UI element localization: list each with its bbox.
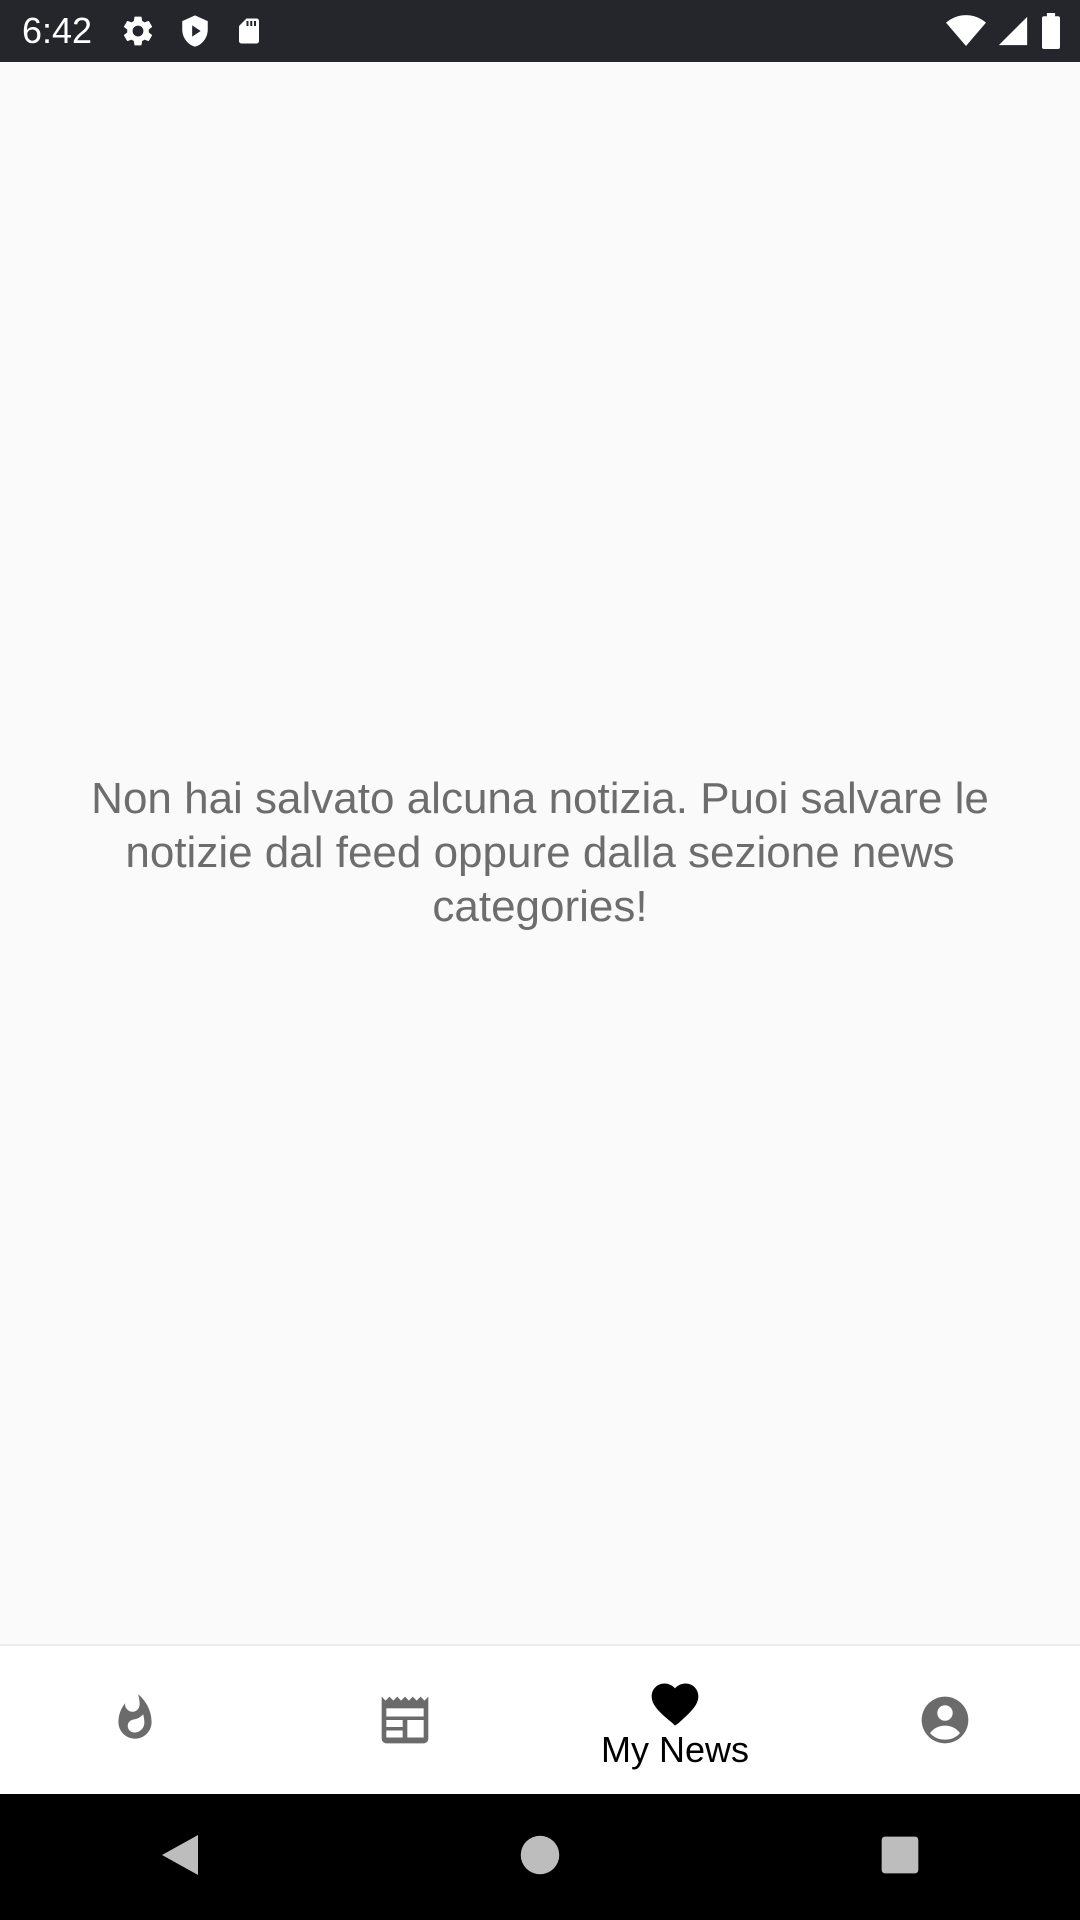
saved-news-content: Non hai salvato alcuna notizia. Puoi sal… xyxy=(0,62,1080,1644)
system-recents-button[interactable] xyxy=(840,1807,960,1907)
system-navigation-bar xyxy=(0,1794,1080,1920)
account-circle-icon xyxy=(917,1692,973,1748)
empty-state-message: Non hai salvato alcuna notizia. Puoi sal… xyxy=(91,774,989,931)
settings-icon xyxy=(120,13,156,49)
status-right-icons xyxy=(946,12,1062,50)
bottom-navigation: My News xyxy=(0,1644,1080,1794)
shield-icon xyxy=(178,13,212,49)
system-home-button[interactable] xyxy=(480,1807,600,1907)
screen: 6:42 Non hai salvato alcuna notizia. Puo… xyxy=(0,0,1080,1920)
signal-icon xyxy=(996,14,1030,48)
battery-icon xyxy=(1040,13,1062,49)
nav-item-my-news[interactable]: My News xyxy=(540,1646,810,1794)
wifi-icon xyxy=(946,14,986,48)
nav-item-trending[interactable] xyxy=(0,1646,270,1794)
nav-label-my-news: My News xyxy=(600,1729,749,1770)
nav-item-categories[interactable] xyxy=(270,1646,540,1794)
back-icon xyxy=(158,1831,202,1884)
system-back-button[interactable] xyxy=(120,1807,240,1907)
newspaper-icon xyxy=(377,1694,433,1746)
nav-item-profile[interactable] xyxy=(810,1646,1080,1794)
recents-icon xyxy=(880,1835,920,1880)
status-left-icons xyxy=(120,12,264,50)
heart-icon xyxy=(647,1676,703,1726)
sd-card-icon xyxy=(234,14,264,48)
status-bar: 6:42 xyxy=(0,0,1080,62)
flame-icon xyxy=(110,1691,160,1749)
status-time: 6:42 xyxy=(22,10,93,51)
home-icon xyxy=(519,1834,561,1881)
